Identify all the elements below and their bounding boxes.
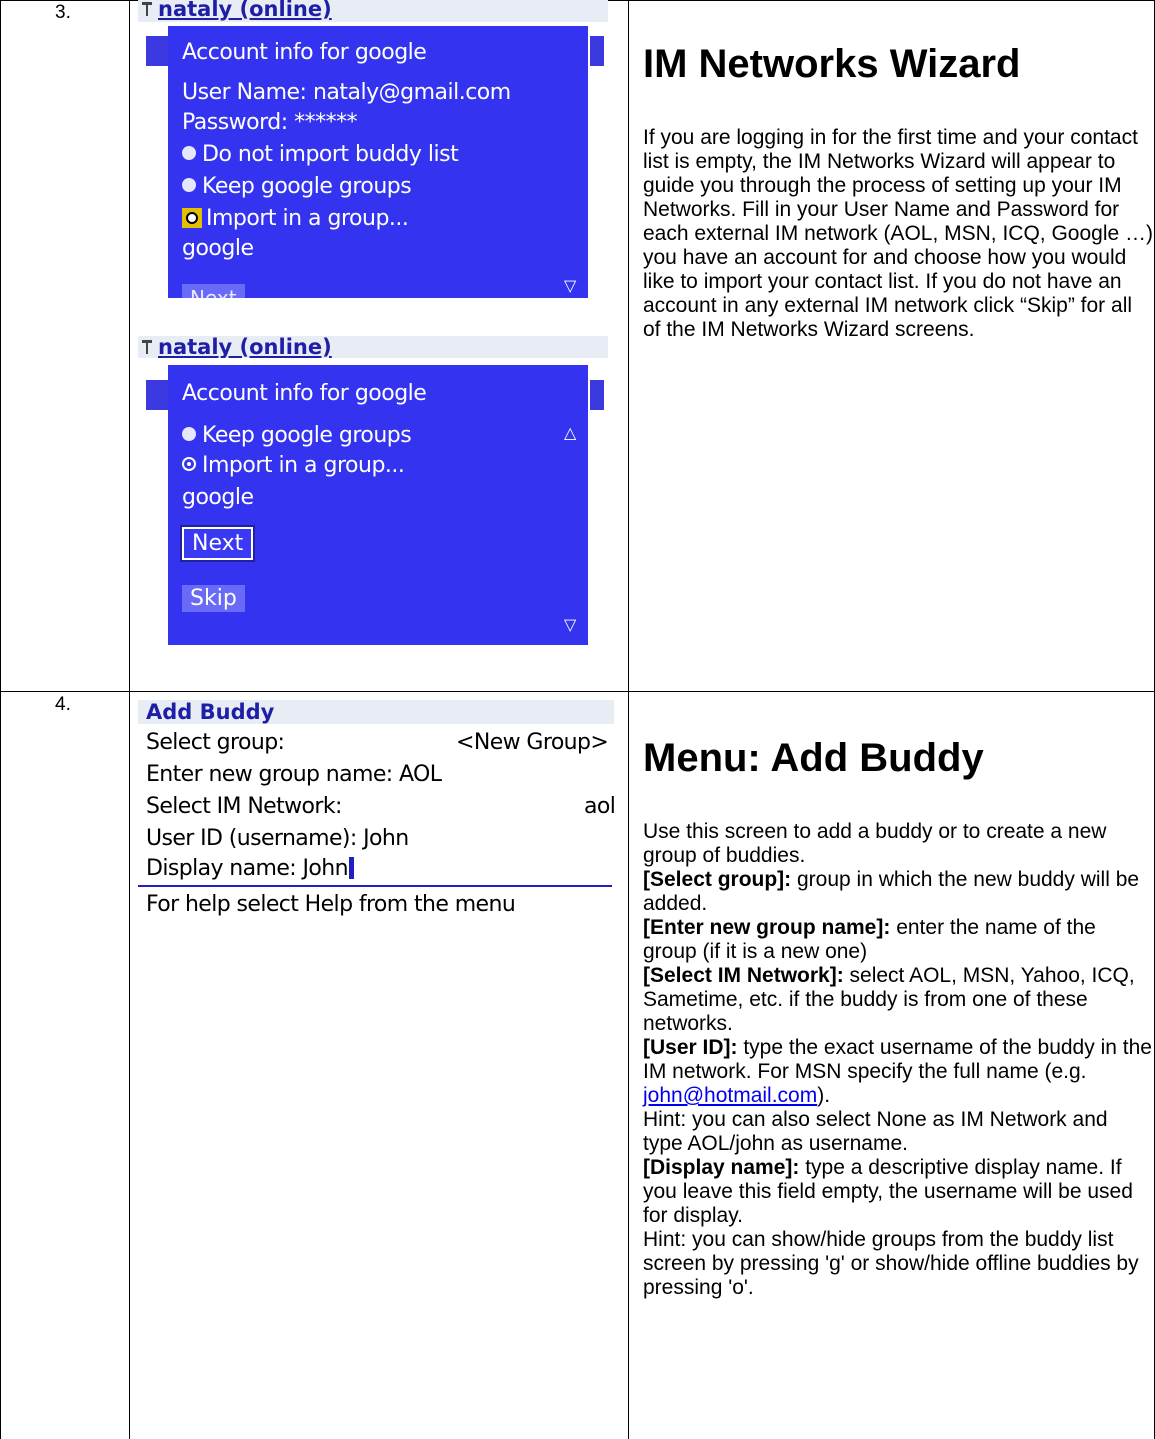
row-number: 3. [55,2,71,23]
group-name-field[interactable]: google [182,236,254,261]
section-paragraph: Use this screen to add a buddy or to cre… [643,820,1153,1300]
network-label: Select IM Network: [146,794,342,819]
radio-icon [182,178,196,192]
help-text: For help select Help from the menu [146,892,516,917]
section-heading: IM Networks Wizard [643,42,1021,86]
table-col-divider-2 [628,0,629,1439]
option-label: Do not import buddy list [202,142,459,167]
option-label: Import in a group... [206,206,409,231]
option-keep-groups[interactable]: Keep google groups [182,423,412,448]
table-border-left [0,0,1,1439]
dialog-title: Account info for google [182,381,427,406]
next-button[interactable]: Next [182,284,245,298]
radio-selected-icon [182,457,196,471]
item-label: [Display name]: [643,1156,800,1179]
hint-text: Hint: you can also select None as IM Net… [643,1108,1108,1155]
table-col-divider-1 [129,0,130,1439]
display-name-field[interactable]: Display name: John [146,856,354,881]
dialog-title: Account info for google [182,40,427,65]
text-cursor [348,857,354,879]
account-dialog: Account info for google User Name: natal… [168,26,588,298]
radio-icon [182,427,196,441]
section-paragraph: If you are logging in for the first time… [643,126,1154,341]
signal-icon [142,2,152,16]
password-field[interactable]: Password: ****** [182,110,358,135]
scroll-up-icon[interactable]: △ [564,423,576,442]
divider [138,885,612,887]
background-strip-right [590,380,604,410]
status-bar: nataly (online) [138,0,608,22]
item-text: ). [817,1084,831,1107]
email-link[interactable]: john@hotmail.com [643,1084,817,1107]
scroll-down-icon[interactable]: ▽ [564,276,576,295]
table-row-divider [0,691,1155,692]
status-bar-text: nataly (online) [158,0,332,21]
item-label: [Enter new group name]: [643,916,891,939]
screen-title: Add Buddy [138,700,614,724]
user-id-field[interactable]: User ID (username): John [146,826,409,851]
hint-text: Hint: you can show/hide groups from the … [643,1228,1139,1299]
status-bar-text: nataly (online) [158,336,332,358]
row-number: 4. [55,694,71,715]
user-name-field[interactable]: User Name: nataly@gmail.com [182,80,511,105]
group-name-field[interactable]: google [182,485,254,510]
scroll-down-icon[interactable]: ▽ [564,615,576,634]
radio-icon [182,146,196,160]
signal-icon [142,340,152,354]
select-group-dropdown[interactable]: <New Group> [456,730,609,755]
option-label: Import in a group... [202,453,405,478]
account-dialog: Account info for google Keep google grou… [168,365,588,645]
item-label: [Select IM Network]: [643,964,844,987]
network-dropdown[interactable]: aol [584,794,616,819]
item-label: [User ID]: [643,1036,738,1059]
radio-selected-icon [182,208,202,228]
status-bar: nataly (online) [138,336,608,358]
section-heading: Menu: Add Buddy [643,736,984,780]
option-do-not-import[interactable]: Do not import buddy list [182,142,459,167]
select-group-label: Select group: [146,730,285,755]
display-name-text: Display name: John [146,856,349,881]
option-label: Keep google groups [202,174,412,199]
option-label: Keep google groups [202,423,412,448]
item-label: [Select group]: [643,868,792,891]
next-button[interactable]: Next [179,525,256,562]
background-strip-right [590,36,604,66]
option-import-group[interactable]: Import in a group... [182,206,409,231]
option-import-group[interactable]: Import in a group... [182,453,405,478]
group-name-field[interactable]: Enter new group name: AOL [146,762,442,787]
option-keep-groups[interactable]: Keep google groups [182,174,412,199]
skip-button[interactable]: Skip [182,585,245,612]
intro-text: Use this screen to add a buddy or to cre… [643,820,1107,867]
